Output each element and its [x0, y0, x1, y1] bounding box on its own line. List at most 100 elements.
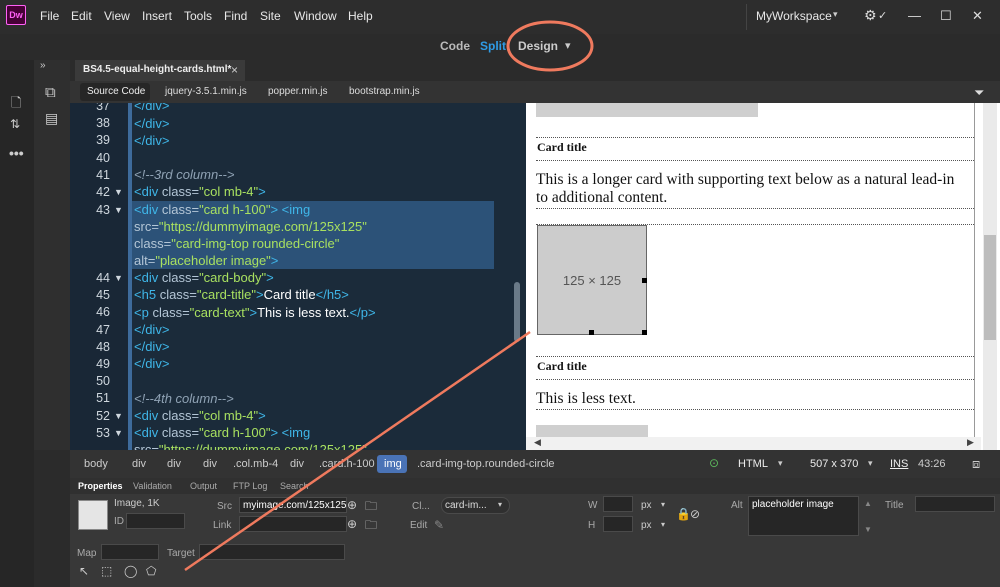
scroll-left-icon[interactable]: ◀	[534, 437, 541, 448]
workspace-switcher[interactable]: MyWorkspace	[756, 9, 832, 23]
validation-ok-icon[interactable]: ⊙	[709, 456, 719, 470]
pointer-hotspot-icon[interactable]: ↖	[79, 564, 89, 578]
target-select[interactable]	[199, 544, 345, 560]
browse-folder-icon[interactable]: 🗀	[365, 516, 377, 537]
alt-scroll-down-icon[interactable]: ▼	[864, 525, 872, 534]
id-input[interactable]	[126, 513, 185, 529]
menu-tools[interactable]: Tools	[184, 9, 212, 23]
tab-properties[interactable]: Properties	[78, 481, 123, 491]
more-icon[interactable]: •••	[9, 145, 24, 161]
design-dropdown-icon[interactable]: ▾	[565, 39, 571, 52]
lock-icon[interactable]: 🔒	[676, 507, 691, 521]
window-size-chevron-icon[interactable]: ▾	[868, 458, 873, 469]
fold-toggle-icon[interactable]: ▼	[114, 273, 123, 283]
menu-window[interactable]: Window	[294, 9, 337, 23]
code-line: <!--4th column-->	[134, 391, 234, 406]
window-size-select[interactable]: 507 x 370	[810, 458, 858, 470]
resize-handle-corner[interactable]	[642, 330, 647, 335]
code-scrollbar[interactable]	[514, 282, 520, 342]
crumb-col[interactable]: .col.mb-4	[233, 458, 278, 470]
dom-tree-icon[interactable]: ⧉	[45, 84, 56, 101]
reset-size-icon[interactable]: ⊘	[690, 507, 700, 521]
alt-input[interactable]: placeholder image	[748, 496, 859, 536]
related-file-bootstrap[interactable]: bootstrap.min.js	[349, 86, 420, 97]
code-view-button[interactable]: Code	[440, 39, 470, 53]
height-input[interactable]	[603, 516, 633, 532]
crumb-div[interactable]: div	[290, 458, 304, 470]
width-input[interactable]	[603, 496, 633, 512]
close-tab-icon[interactable]: ×	[231, 63, 238, 77]
expand-icon[interactable]: »	[40, 60, 46, 71]
fold-toggle-icon[interactable]: ▼	[114, 187, 123, 197]
document-tab[interactable]: BS4.5-equal-height-cards.html*	[75, 60, 245, 81]
insert-mode[interactable]: INS	[890, 458, 908, 470]
crumb-img-selected[interactable]: img	[377, 455, 407, 473]
language-select[interactable]: HTML	[738, 458, 768, 470]
width-unit-select[interactable]: px	[641, 500, 652, 511]
minimize-button[interactable]: —	[908, 8, 921, 23]
code-line: <!--3rd column-->	[134, 167, 235, 182]
pencil-icon[interactable]: ✎	[434, 518, 444, 532]
fold-toggle-icon[interactable]: ▼	[114, 205, 123, 215]
design-horizontal-scrollbar[interactable]	[526, 437, 981, 450]
related-file-jquery[interactable]: jquery-3.5.1.min.js	[165, 86, 247, 97]
fold-toggle-icon[interactable]: ▼	[114, 428, 123, 438]
language-chevron-icon[interactable]: ▾	[778, 458, 783, 469]
selected-image[interactable]: 125 × 125	[537, 225, 647, 335]
crumb-div[interactable]: div	[132, 458, 146, 470]
rectangle-hotspot-icon[interactable]: ⬚	[101, 564, 112, 578]
height-unit-chevron-icon[interactable]: ▾	[661, 520, 665, 529]
split-view-button[interactable]: Split	[480, 39, 506, 53]
tab-output[interactable]: Output	[190, 481, 217, 491]
related-file-popper[interactable]: popper.min.js	[268, 86, 327, 97]
menu-view[interactable]: View	[104, 9, 130, 23]
tab-ftp-log[interactable]: FTP Log	[233, 481, 267, 491]
height-unit-select[interactable]: px	[641, 520, 652, 531]
design-scroll-thumb[interactable]	[984, 235, 996, 340]
alt-scroll-up-icon[interactable]: ▲	[864, 499, 872, 508]
link-input[interactable]	[239, 516, 347, 532]
files-icon[interactable]: 🗋	[11, 94, 21, 116]
circle-hotspot-icon[interactable]: ◯	[124, 564, 137, 578]
tab-search[interactable]: Search	[280, 481, 309, 491]
live-view-icon[interactable]: ⧈	[972, 456, 980, 472]
dotted-guide	[536, 409, 974, 410]
menu-edit[interactable]: Edit	[71, 9, 92, 23]
code-line: </div>	[134, 116, 170, 131]
crumb-class[interactable]: .card-img-top.rounded-circle	[417, 458, 555, 470]
tab-validation[interactable]: Validation	[133, 481, 172, 491]
crumb-body[interactable]: body	[84, 458, 108, 470]
class-chevron-icon[interactable]: ▾	[498, 500, 502, 509]
cursor-position: 43:26	[918, 458, 946, 470]
code-line: <div class="card-body">	[134, 270, 274, 285]
title-input[interactable]	[915, 496, 995, 512]
sort-icon[interactable]: ⇅	[10, 117, 20, 131]
menu-file[interactable]: File	[40, 9, 59, 23]
gear-icon[interactable]: ⚙	[864, 7, 877, 24]
snippets-icon[interactable]: ▤	[45, 110, 58, 127]
map-input[interactable]	[101, 544, 159, 560]
point-to-file-icon[interactable]: ⊕	[347, 498, 357, 512]
point-to-file-icon[interactable]: ⊕	[347, 517, 357, 531]
source-code-tab[interactable]: Source Code	[80, 83, 150, 101]
crumb-div[interactable]: div	[167, 458, 181, 470]
scroll-right-icon[interactable]: ▶	[967, 437, 974, 448]
resize-handle-bottom[interactable]	[589, 330, 594, 335]
width-unit-chevron-icon[interactable]: ▾	[661, 500, 665, 509]
browse-folder-icon[interactable]: 🗀	[365, 497, 377, 518]
maximize-button[interactable]: ☐	[940, 8, 952, 24]
filter-icon[interactable]: ⏷	[974, 85, 984, 101]
design-view-button[interactable]: Design	[518, 39, 558, 53]
crumb-card[interactable]: .card.h-100	[319, 458, 375, 470]
src-input[interactable]: myimage.com/125x125	[239, 497, 347, 513]
menu-insert[interactable]: Insert	[142, 9, 172, 23]
workspace-chevron-icon[interactable]: ▾	[833, 9, 838, 20]
polygon-hotspot-icon[interactable]: ⬠	[146, 564, 156, 578]
menu-help[interactable]: Help	[348, 9, 373, 23]
close-button[interactable]: ✕	[972, 8, 983, 24]
menu-find[interactable]: Find	[224, 9, 247, 23]
resize-handle-right[interactable]	[642, 278, 647, 283]
menu-site[interactable]: Site	[260, 9, 281, 23]
crumb-div[interactable]: div	[203, 458, 217, 470]
fold-toggle-icon[interactable]: ▼	[114, 411, 123, 421]
